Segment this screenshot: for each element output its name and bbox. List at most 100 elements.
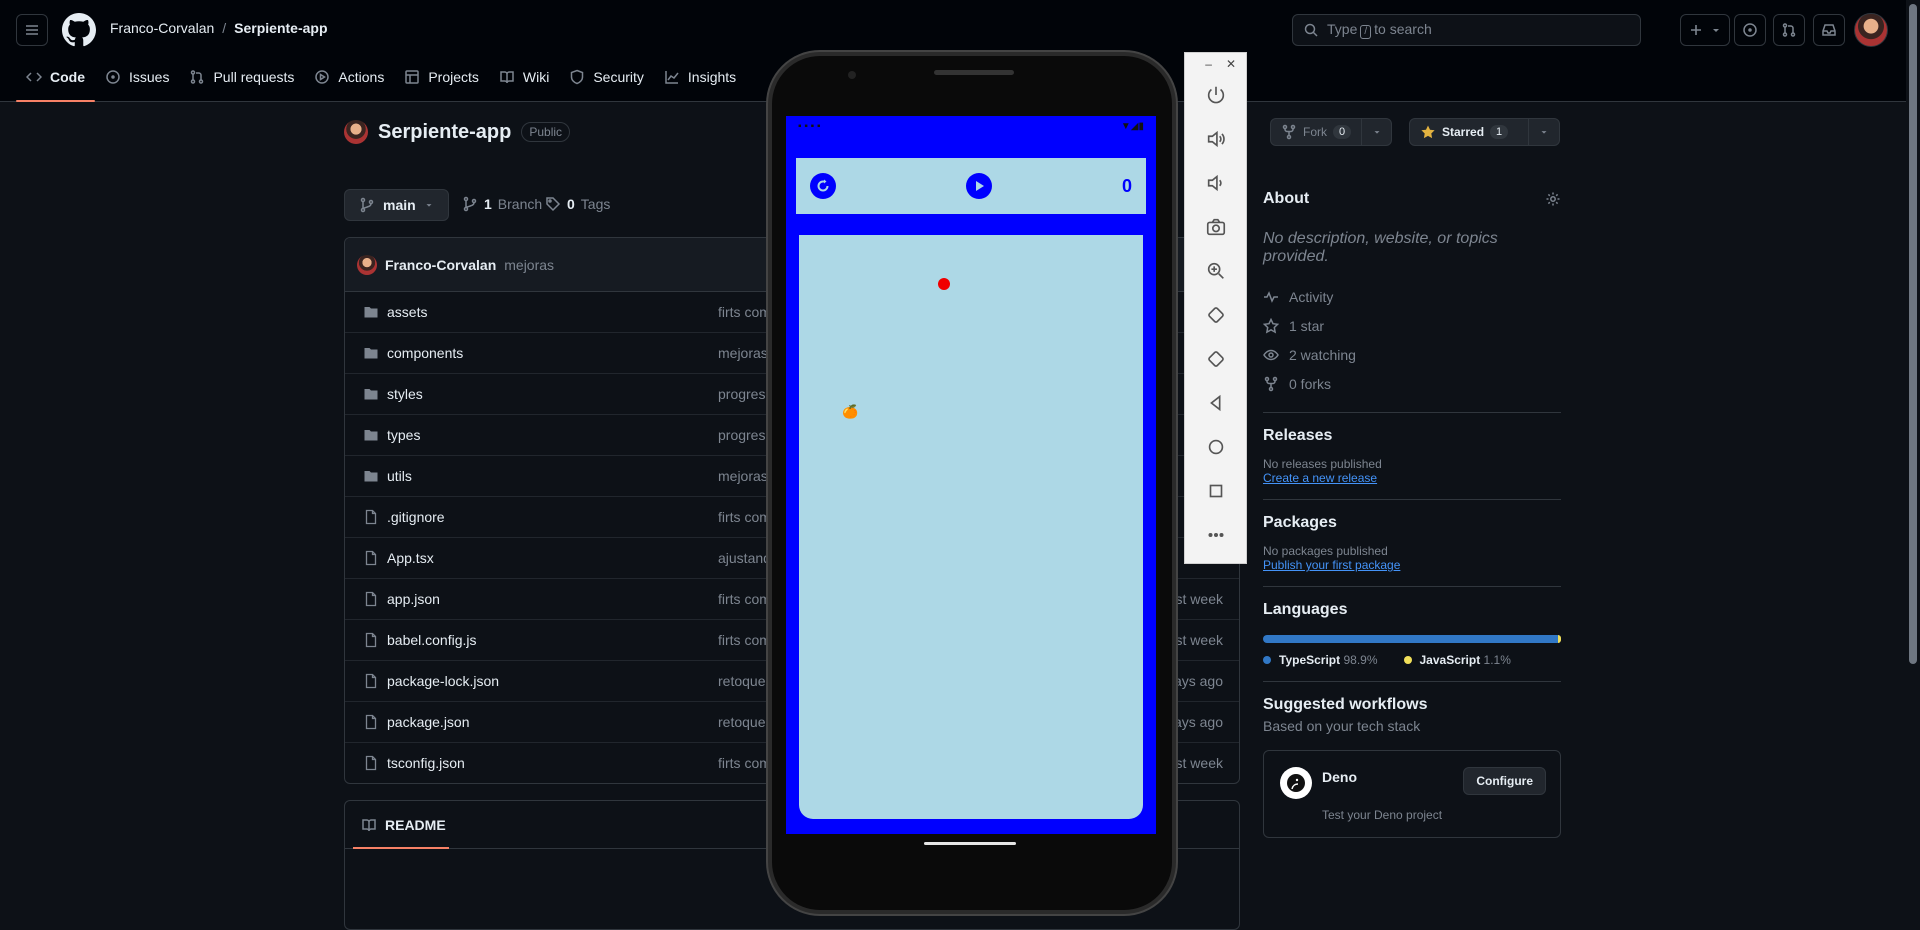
menu-button[interactable]	[16, 14, 48, 46]
star-dropdown[interactable]	[1528, 119, 1559, 145]
more-button[interactable]	[1185, 513, 1246, 557]
file-name[interactable]: package.json	[387, 714, 470, 730]
tab-wiki[interactable]: Wiki	[489, 60, 559, 94]
file-commit-message[interactable]: retoque	[718, 673, 765, 689]
overview-button[interactable]	[1185, 469, 1246, 513]
restart-button[interactable]	[810, 173, 836, 199]
user-avatar[interactable]	[1854, 13, 1888, 47]
fork-button[interactable]: Fork 0	[1270, 118, 1392, 146]
file-name[interactable]: package-lock.json	[387, 673, 499, 689]
screenshot-button[interactable]	[1185, 205, 1246, 249]
close-icon[interactable]: ✕	[1226, 57, 1236, 73]
owner-link[interactable]: Franco-Corvalan	[110, 20, 214, 36]
file-commit-message[interactable]: firts com	[718, 304, 771, 320]
table-icon	[405, 70, 420, 84]
tab-insights[interactable]: Insights	[654, 60, 746, 94]
volume-up-button[interactable]	[1185, 117, 1246, 161]
javascript-segment	[1557, 635, 1561, 643]
file-name[interactable]: types	[387, 427, 420, 443]
file-name[interactable]: App.tsx	[387, 550, 434, 566]
star-icon	[1263, 317, 1279, 333]
folder-icon	[364, 307, 378, 318]
activity-link[interactable]: Activity	[1263, 282, 1561, 311]
fork-dropdown[interactable]	[1361, 119, 1392, 145]
packages-title[interactable]: Packages	[1263, 514, 1561, 532]
volume-up-icon	[1207, 130, 1225, 148]
home-button[interactable]	[1185, 425, 1246, 469]
tab-pull-requests[interactable]: Pull requests	[179, 60, 304, 94]
file-commit-message[interactable]: firts com	[718, 509, 771, 525]
file-commit-message[interactable]: progres	[718, 427, 765, 443]
language-percent: 1.1%	[1483, 653, 1511, 667]
inbox-button[interactable]	[1813, 14, 1845, 46]
star-button[interactable]: Starred 1	[1409, 118, 1560, 146]
file-commit-message[interactable]: progres	[718, 386, 765, 402]
tags-count: 0	[567, 196, 575, 212]
languages-title: Languages	[1263, 601, 1348, 618]
github-logo[interactable]	[62, 13, 96, 47]
file-commit-message[interactable]: firts com	[718, 755, 771, 771]
file-commit-message[interactable]: firts com	[718, 632, 771, 648]
file-commit-message[interactable]: mejoras	[718, 468, 768, 484]
code-icon	[26, 72, 42, 82]
repo-sidebar: About No description, website, or topics…	[1263, 190, 1561, 838]
file-name[interactable]: app.json	[387, 591, 440, 607]
watchers-link[interactable]: 2 watching	[1263, 340, 1561, 369]
tab-actions[interactable]: Actions	[304, 60, 394, 94]
language-dot	[1263, 656, 1271, 664]
file-commit-message[interactable]: retoque	[718, 714, 765, 730]
branches-link[interactable]: 1 Branch	[462, 196, 542, 212]
branch-selector[interactable]: main	[344, 189, 449, 221]
file-name[interactable]: .gitignore	[387, 509, 445, 525]
rotate-right-button[interactable]	[1185, 337, 1246, 381]
tab-issues[interactable]: Issues	[95, 60, 179, 94]
tab-projects[interactable]: Projects	[394, 60, 489, 94]
create-release-link[interactable]: Create a new release	[1263, 471, 1561, 485]
language-javascript[interactable]: JavaScript 1.1%	[1403, 653, 1511, 667]
tags-link[interactable]: 0 Tags	[545, 196, 610, 212]
game-toolbar: 0	[796, 158, 1146, 214]
emulator-screen[interactable]: ▪ ▪ ▪ ▪ ▼◢▮ 0 🍊	[786, 116, 1156, 834]
publish-package-link[interactable]: Publish your first package	[1263, 558, 1561, 572]
file-commit-message[interactable]: mejoras	[718, 345, 768, 361]
page-scrollbar[interactable]	[1906, 0, 1920, 923]
game-board[interactable]: 🍊	[799, 235, 1143, 819]
repo-link[interactable]: Serpiente-app	[234, 20, 327, 36]
file-name[interactable]: assets	[387, 304, 427, 320]
file-name[interactable]: styles	[387, 386, 423, 402]
zoom-button[interactable]	[1185, 249, 1246, 293]
volume-down-button[interactable]	[1185, 161, 1246, 205]
power-button[interactable]	[1185, 73, 1246, 117]
commit-message[interactable]: mejoras	[504, 257, 554, 273]
file-name[interactable]: components	[387, 345, 463, 361]
minimize-icon[interactable]: –	[1205, 57, 1212, 73]
pull-requests-button[interactable]	[1773, 14, 1805, 46]
file-name[interactable]: babel.config.js	[387, 632, 477, 648]
back-button[interactable]	[1185, 381, 1246, 425]
play-icon	[315, 70, 330, 84]
branches-count: 1	[484, 196, 492, 212]
rotate-left-button[interactable]	[1185, 293, 1246, 337]
file-icon	[365, 632, 377, 648]
tab-security[interactable]: Security	[559, 60, 654, 94]
stars-link[interactable]: 1 star	[1263, 311, 1561, 340]
gear-icon[interactable]	[1545, 191, 1561, 207]
repo-name[interactable]: Serpiente-app	[378, 121, 511, 144]
scrollbar-thumb[interactable]	[1909, 4, 1917, 664]
file-name[interactable]: tsconfig.json	[387, 755, 465, 771]
file-name[interactable]: utils	[387, 468, 412, 484]
file-commit-message[interactable]: firts com	[718, 591, 771, 607]
configure-button[interactable]: Configure	[1463, 767, 1546, 795]
tab-code[interactable]: Code	[16, 60, 95, 102]
search-input[interactable]: Type / to search	[1292, 14, 1641, 46]
play-button[interactable]	[966, 173, 992, 199]
file-commit-message[interactable]: ajustand	[718, 550, 771, 566]
language-typescript[interactable]: TypeScript 98.9%	[1263, 653, 1378, 667]
create-new-button[interactable]	[1680, 14, 1730, 46]
forks-link[interactable]: 0 forks	[1263, 369, 1561, 398]
gesture-home-bar[interactable]	[924, 842, 1016, 845]
file-icon-wrap	[363, 550, 379, 566]
issues-button[interactable]	[1734, 14, 1766, 46]
commit-author[interactable]: Franco-Corvalan	[385, 257, 496, 273]
releases-title[interactable]: Releases	[1263, 427, 1561, 445]
